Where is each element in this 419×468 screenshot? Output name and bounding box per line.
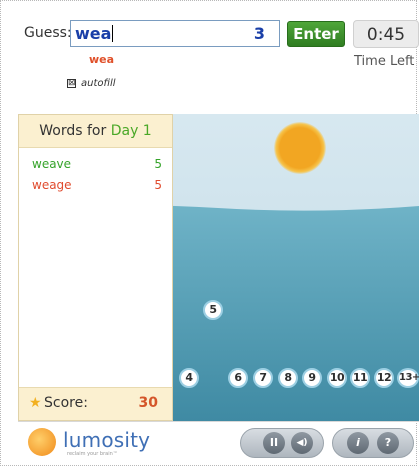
guess-label: Guess: [24, 25, 72, 41]
words-panel: Words for Day 1 weave 5 weage 5 ★ Score:… [18, 114, 173, 421]
length-bubble-7: 7 [253, 368, 273, 388]
guess-letter-count: 3 [253, 24, 265, 43]
length-bubble-8: 8 [278, 368, 298, 388]
length-bubble-9: 9 [302, 368, 322, 388]
help-controls: i ? [332, 428, 414, 458]
autofill-checkbox[interactable]: ⊠ [67, 79, 76, 88]
length-bubble-11: 11 [350, 368, 370, 388]
length-bubble-4: 4 [179, 368, 199, 388]
length-bubble-13-plus: 13+ [397, 368, 419, 388]
playback-controls: II ◀) [240, 428, 324, 458]
star-icon: ★ [29, 395, 42, 411]
enter-button[interactable]: Enter [287, 21, 345, 47]
footer-divider [18, 421, 419, 422]
words-panel-title: Words for Day 1 [19, 115, 172, 148]
time-left-label: Time Left [354, 54, 415, 69]
length-bubble-10: 10 [327, 368, 347, 388]
lumosity-logo-icon [28, 428, 56, 456]
length-bubble-6: 6 [228, 368, 248, 388]
score-value: 30 [138, 395, 158, 411]
brand-name: lumosity [63, 428, 151, 452]
info-icon[interactable]: i [347, 432, 369, 454]
sun-icon [274, 122, 326, 174]
guess-echo: wea [89, 53, 115, 66]
help-icon[interactable]: ? [377, 432, 399, 454]
score-bar: ★ Score: 30 [19, 387, 172, 420]
guess-input[interactable]: wea 3 [70, 20, 280, 47]
score-label: Score: [44, 395, 88, 411]
autofill-label: autofill [81, 78, 116, 89]
length-bubble-12: 12 [374, 368, 394, 388]
brand-tagline: reclaim your brain™ [67, 451, 118, 457]
pause-icon[interactable]: II [263, 432, 285, 454]
timer-display: 0:45 [353, 20, 419, 48]
sound-icon[interactable]: ◀) [291, 432, 313, 454]
floating-bubble: 5 [203, 300, 223, 320]
guess-input-value: wea [75, 24, 114, 43]
